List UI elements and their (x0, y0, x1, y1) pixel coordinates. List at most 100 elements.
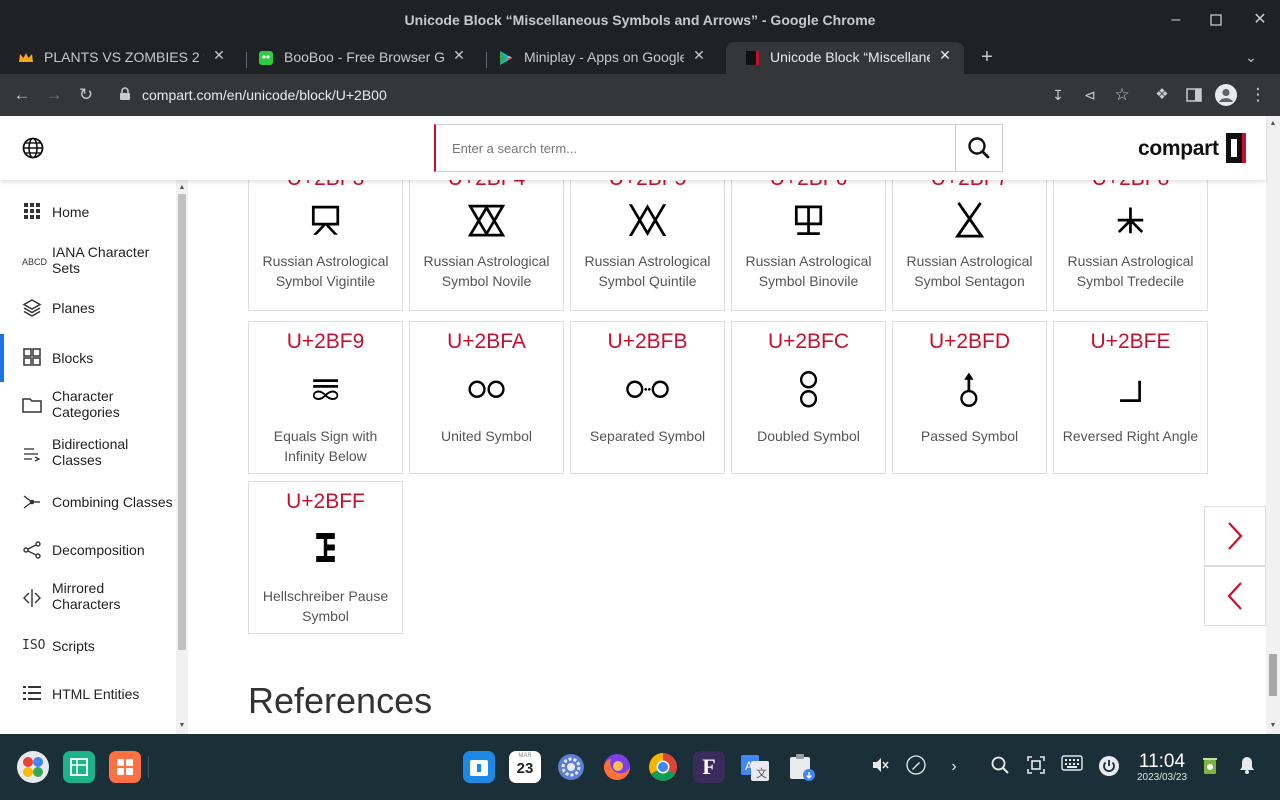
character-card[interactable]: U+2BF7 ⯷ Russian Astrological Symbol Sen… (892, 158, 1047, 311)
back-icon[interactable]: ← (10, 83, 34, 107)
character-glyph: ⯵ (626, 199, 669, 243)
character-card[interactable]: U+2BFF ⯿ Hellschreiber Pause Symbol (248, 481, 403, 634)
extensions-icon[interactable]: ❖ (1150, 83, 1174, 107)
sidebar-scrollbar[interactable]: ▲ ▼ (176, 180, 188, 734)
translate-app-icon[interactable]: A文 (739, 751, 771, 783)
screen-capture-icon[interactable] (1024, 755, 1048, 779)
sidebar-item-mirrored-characters[interactable]: Mirrored Characters (0, 580, 176, 616)
stylus-pen-icon[interactable] (904, 755, 928, 779)
sidebar-item-label: Blocks (52, 350, 94, 366)
launcher-icon[interactable] (17, 751, 49, 783)
tab-search-icon[interactable]: ⌄ (1240, 46, 1262, 68)
profile-avatar-icon[interactable] (1214, 83, 1238, 107)
character-card[interactable]: U+2BF8 ⯸ Russian Astrological Symbol Tre… (1053, 158, 1208, 311)
bookmark-star-icon[interactable]: ☆ (1110, 83, 1134, 107)
font-app-icon[interactable]: F (693, 751, 725, 783)
tab-close-icon[interactable]: ✕ (210, 47, 228, 64)
clipboard-app-icon[interactable] (785, 751, 817, 783)
chevron-right-icon (1228, 522, 1243, 550)
system-clock[interactable]: 11:04 2023/03/23 (1132, 752, 1192, 784)
tab-miniplay[interactable]: Miniplay - Apps on Google ✕ (480, 42, 718, 74)
character-card[interactable]: U+2BF3 ⯳ Russian Astrological Symbol Vig… (248, 158, 403, 311)
chrome-menu-icon[interactable]: ⋮ (1246, 83, 1270, 107)
sidebar-item-blocks[interactable]: Blocks (0, 334, 176, 382)
character-card[interactable]: U+2BF5 ⯵ Russian Astrological Symbol Qui… (570, 158, 725, 311)
new-tab-icon[interactable]: + (976, 46, 998, 68)
character-name: United Symbol (440, 428, 533, 444)
power-icon[interactable] (1097, 755, 1121, 779)
forward-icon[interactable]: → (42, 83, 66, 107)
character-card[interactable]: U+2BFD ⯽ Passed Symbol (892, 321, 1047, 474)
scroll-down-arrow-icon[interactable]: ▼ (1266, 720, 1280, 732)
next-page-button[interactable] (1204, 506, 1266, 566)
sidebar-item-iana-character-sets[interactable]: ABCD IANA Character Sets (0, 244, 176, 280)
abcd-icon: ABCD (22, 257, 48, 267)
sidebar-scrollbar-thumb[interactable] (178, 194, 186, 650)
calendar-app-icon[interactable]: MAR 23 (509, 751, 541, 783)
app-grid-icon[interactable] (109, 751, 141, 783)
character-glyph: ⯹ (310, 368, 341, 412)
sidebar-item-scripts[interactable]: ISO Scripts (0, 636, 176, 656)
minimize-icon[interactable]: – (1164, 8, 1188, 32)
firefox-icon[interactable] (601, 751, 633, 783)
sidebar-item-planes[interactable]: Planes (0, 298, 176, 318)
search-button[interactable] (955, 124, 1003, 172)
sidebar-item-decomposition[interactable]: Decomposition (0, 540, 176, 560)
mute-volume-icon[interactable] (868, 755, 892, 779)
character-card[interactable]: U+2BF6 ⯶ Russian Astrological Symbol Bin… (731, 158, 886, 311)
notification-bell-icon[interactable] (1235, 755, 1259, 779)
trash-icon[interactable] (1198, 755, 1222, 779)
scroll-up-arrow-icon[interactable]: ▲ (176, 182, 188, 194)
sheets-app-icon[interactable] (63, 751, 95, 783)
sidebar-item-combining-classes[interactable]: Combining Classes (0, 492, 176, 512)
sidebar-item-home[interactable]: Home (0, 202, 176, 222)
page-scrollbar-thumb[interactable] (1269, 654, 1277, 696)
sidebar-item-character-categories[interactable]: Character Categories (0, 388, 176, 424)
sidebar-item-label: Scripts (52, 638, 95, 654)
keyboard-icon[interactable] (1060, 755, 1084, 779)
character-card[interactable]: U+2BFE ⯾ Reversed Right Angle (1053, 321, 1208, 474)
sidebar-item-html-entities[interactable]: HTML Entities (0, 684, 176, 704)
tab-unicode-block[interactable]: Unicode Block “Miscellane ✕ (726, 42, 964, 74)
chrome-icon[interactable] (647, 751, 679, 783)
tab-close-icon[interactable]: ✕ (690, 47, 708, 64)
tab-plants-vs-zombies[interactable]: PLANTS VS ZOMBIES 2 fre ✕ (0, 42, 238, 74)
tab-booboo[interactable]: BooBoo - Free Browser Ga ✕ (240, 42, 478, 74)
compart-logo[interactable]: compart (1138, 130, 1250, 166)
calendar-month: MAR (518, 753, 532, 759)
address-bar[interactable]: compart.com/en/unicode/block/U+2B00 (110, 79, 1280, 111)
character-glyph: ⯽ (958, 368, 981, 412)
scroll-up-arrow-icon[interactable]: ▲ (1266, 118, 1280, 130)
scroll-down-arrow-icon[interactable]: ▼ (176, 720, 188, 732)
browser-toolbar: ← → ↻ compart.com/en/unicode/block/U+2B0… (0, 74, 1280, 116)
character-card[interactable]: U+2BFB ⯻ Separated Symbol (570, 321, 725, 474)
character-name: Reversed Right Angle (1062, 428, 1199, 444)
sidebar-item-bidirectional-classes[interactable]: Bidirectional Classes (0, 436, 176, 472)
tab-label: PLANTS VS ZOMBIES 2 fre (44, 49, 204, 65)
close-window-icon[interactable]: ✕ (1248, 8, 1272, 32)
clock-date: 2023/03/23 (1136, 772, 1188, 783)
character-card[interactable]: U+2BFA ⯺ United Symbol (409, 321, 564, 474)
character-card[interactable]: U+2BF4 ⯴ Russian Astrological Symbol Nov… (409, 158, 564, 311)
character-card[interactable]: U+2BFC ⯼ Doubled Symbol (731, 321, 886, 474)
search-icon (968, 137, 990, 159)
search-input[interactable] (452, 137, 932, 159)
character-name: Equals Sign with Infinity Below (273, 428, 378, 464)
page-scrollbar[interactable]: ▲ ▼ (1266, 116, 1280, 734)
share-icon[interactable]: ⊲ (1078, 83, 1102, 107)
tab-close-icon[interactable]: ✕ (450, 47, 468, 64)
side-panel-icon[interactable] (1182, 83, 1206, 107)
maximize-icon[interactable] (1204, 8, 1228, 32)
character-card[interactable]: U+2BF9 ⯹ Equals Sign with Infinity Below (248, 321, 403, 474)
files-app-icon[interactable] (463, 751, 495, 783)
chevron-right-icon[interactable]: › (942, 755, 966, 779)
reload-icon[interactable]: ↻ (74, 83, 98, 107)
search-icon[interactable] (988, 755, 1012, 779)
tab-close-icon[interactable]: ✕ (936, 47, 954, 64)
settings-gear-icon[interactable] (555, 751, 587, 783)
language-globe-icon[interactable] (22, 137, 44, 159)
install-icon[interactable]: ↧ (1046, 83, 1070, 107)
sidebar-item-label: Home (52, 204, 90, 220)
previous-page-button[interactable] (1204, 566, 1266, 626)
tab-label: Miniplay - Apps on Google (524, 49, 684, 65)
